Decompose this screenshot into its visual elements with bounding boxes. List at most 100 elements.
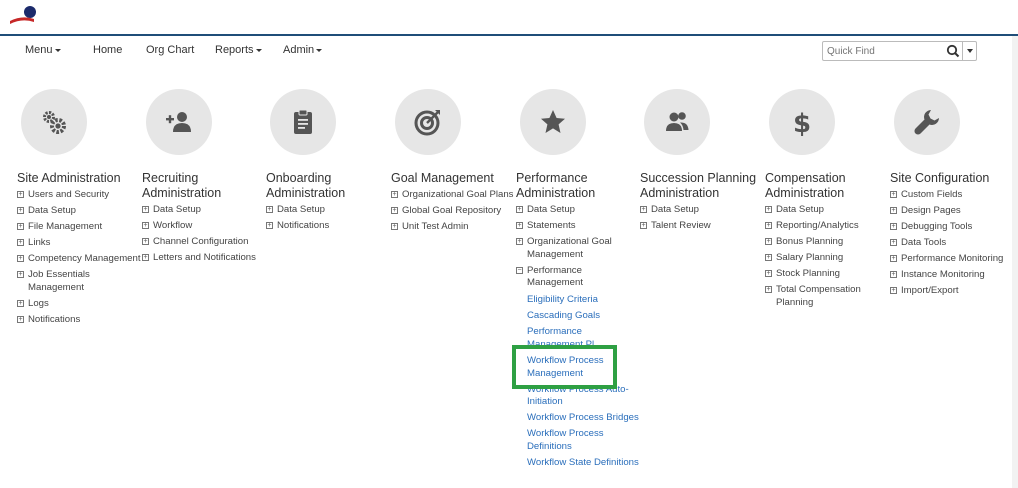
admin-link[interactable]: + Design Pages [890, 205, 1014, 218]
nav-org-chart[interactable]: Org Chart [146, 44, 194, 56]
sub-link[interactable]: Workflow State Definitions [527, 457, 640, 470]
admin-link[interactable]: + Users and Security [17, 189, 141, 202]
sub-link[interactable]: Cascading Goals [527, 310, 640, 323]
admin-link[interactable]: + Channel Configuration [142, 236, 266, 249]
onboarding-administration-tile-button[interactable] [270, 89, 336, 155]
expand-icon[interactable]: + [516, 222, 523, 229]
admin-link[interactable]: + Logs [17, 298, 141, 311]
admin-link-expanded[interactable]: − Performance Management Eligibility Crit… [516, 265, 640, 470]
sub-link[interactable]: Workflow Process Bridges [527, 412, 640, 425]
expand-icon[interactable]: + [142, 222, 149, 229]
sub-link[interactable]: Workflow Process Auto-Initiation [527, 384, 640, 409]
expand-icon[interactable]: + [142, 238, 149, 245]
admin-link[interactable]: + Reporting/Analytics [765, 220, 889, 233]
quick-find-input[interactable] [827, 44, 945, 58]
expand-icon[interactable]: + [890, 191, 897, 198]
admin-link[interactable]: + Organizational Goal Management [516, 236, 640, 261]
expand-icon[interactable]: + [765, 254, 772, 261]
performance-administration-tile-button[interactable] [520, 89, 586, 155]
admin-link[interactable]: + Notifications [17, 314, 141, 327]
tile-title[interactable]: Performance Administration [516, 171, 640, 201]
expand-icon[interactable]: + [391, 223, 398, 230]
expand-icon[interactable]: + [266, 222, 273, 229]
expand-icon[interactable]: + [17, 191, 24, 198]
expand-icon[interactable]: + [391, 207, 398, 214]
expand-icon[interactable]: + [765, 270, 772, 277]
tile-title[interactable]: Succession Planning Administration [640, 171, 764, 201]
expand-icon[interactable]: + [765, 286, 772, 293]
quick-find-dropdown-button[interactable] [962, 42, 977, 60]
expand-icon[interactable]: + [890, 271, 897, 278]
expand-icon[interactable]: + [890, 223, 897, 230]
admin-link[interactable]: + Custom Fields [890, 189, 1014, 202]
admin-link[interactable]: + Instance Monitoring [890, 269, 1014, 282]
expand-icon[interactable]: + [516, 206, 523, 213]
admin-link[interactable]: + Letters and Notifications [142, 252, 266, 265]
expand-icon[interactable]: + [17, 207, 24, 214]
tile-title[interactable]: Onboarding Administration [266, 171, 390, 201]
tile-title[interactable]: Site Administration [17, 171, 141, 186]
expand-icon[interactable]: + [890, 239, 897, 246]
admin-link[interactable]: + Data Setup [142, 204, 266, 217]
nav-home[interactable]: Home [93, 44, 122, 56]
expand-icon[interactable]: + [890, 207, 897, 214]
nav-reports[interactable]: Reports [215, 44, 262, 56]
admin-link[interactable]: + Workflow [142, 220, 266, 233]
expand-icon[interactable]: + [765, 206, 772, 213]
recruiting-administration-tile-button[interactable] [146, 89, 212, 155]
sub-link[interactable]: Workflow Process Definitions [527, 428, 640, 453]
admin-link[interactable]: + Unit Test Admin [391, 221, 515, 234]
admin-link[interactable]: + Data Setup [516, 204, 640, 217]
expand-icon[interactable]: + [640, 222, 647, 229]
nav-menu[interactable]: Menu [25, 44, 61, 56]
admin-link[interactable]: + Data Setup [640, 204, 764, 217]
scrollbar[interactable] [1012, 36, 1018, 488]
tile-title[interactable]: Site Configuration [890, 171, 1014, 186]
collapse-icon[interactable]: − [516, 266, 523, 274]
admin-link[interactable]: + Performance Monitoring [890, 253, 1014, 266]
expand-icon[interactable]: + [890, 287, 897, 294]
admin-link[interactable]: + Notifications [266, 220, 390, 233]
nav-admin[interactable]: Admin [283, 44, 323, 56]
tile-title[interactable]: Recruiting Administration [142, 171, 266, 201]
admin-link[interactable]: + Links [17, 237, 141, 250]
admin-link[interactable]: + Data Setup [266, 204, 390, 217]
admin-link[interactable]: + Data Tools [890, 237, 1014, 250]
admin-link[interactable]: + Salary Planning [765, 252, 889, 265]
expand-icon[interactable]: + [17, 239, 24, 246]
company-logo[interactable] [8, 4, 40, 30]
expand-icon[interactable]: + [17, 271, 24, 278]
expand-icon[interactable]: + [890, 255, 897, 262]
expand-icon[interactable]: + [391, 191, 398, 198]
sub-link[interactable]: Eligibility Criteria [527, 294, 640, 307]
goal-management-tile-button[interactable] [395, 89, 461, 155]
admin-link[interactable]: + Import/Export [890, 285, 1014, 298]
expand-icon[interactable]: + [765, 222, 772, 229]
expand-icon[interactable]: + [17, 299, 24, 307]
expand-icon[interactable]: + [640, 206, 647, 213]
site-administration-tile-button[interactable] [21, 89, 87, 155]
admin-link[interactable]: + Bonus Planning [765, 236, 889, 249]
expand-icon[interactable]: + [142, 206, 149, 213]
expand-icon[interactable]: + [17, 255, 24, 262]
expand-icon[interactable]: + [765, 238, 772, 245]
compensation-administration-tile-button[interactable]: $ [769, 89, 835, 155]
admin-link[interactable]: + Data Setup [765, 204, 889, 217]
site-configuration-tile-button[interactable] [894, 89, 960, 155]
admin-link[interactable]: + Statements [516, 220, 640, 233]
expand-icon[interactable]: + [516, 238, 523, 245]
admin-link[interactable]: + Global Goal Repository [391, 205, 515, 218]
expand-icon[interactable]: + [17, 223, 24, 230]
expand-icon[interactable]: + [266, 206, 273, 213]
admin-link[interactable]: + Data Setup [17, 205, 141, 218]
admin-link[interactable]: + Stock Planning [765, 268, 889, 281]
admin-link[interactable]: + Talent Review [640, 220, 764, 233]
admin-link[interactable]: + File Management [17, 221, 141, 234]
admin-link[interactable]: + Total Compensation Planning [765, 284, 889, 309]
admin-link[interactable]: + Debugging Tools [890, 221, 1014, 234]
search-icon[interactable] [944, 43, 962, 59]
tile-title[interactable]: Goal Management [391, 171, 515, 186]
admin-link[interactable]: + Organizational Goal Plans [391, 189, 515, 202]
admin-link[interactable]: + Competency Management [17, 253, 141, 266]
admin-link[interactable]: + Job Essentials Management [17, 269, 141, 294]
